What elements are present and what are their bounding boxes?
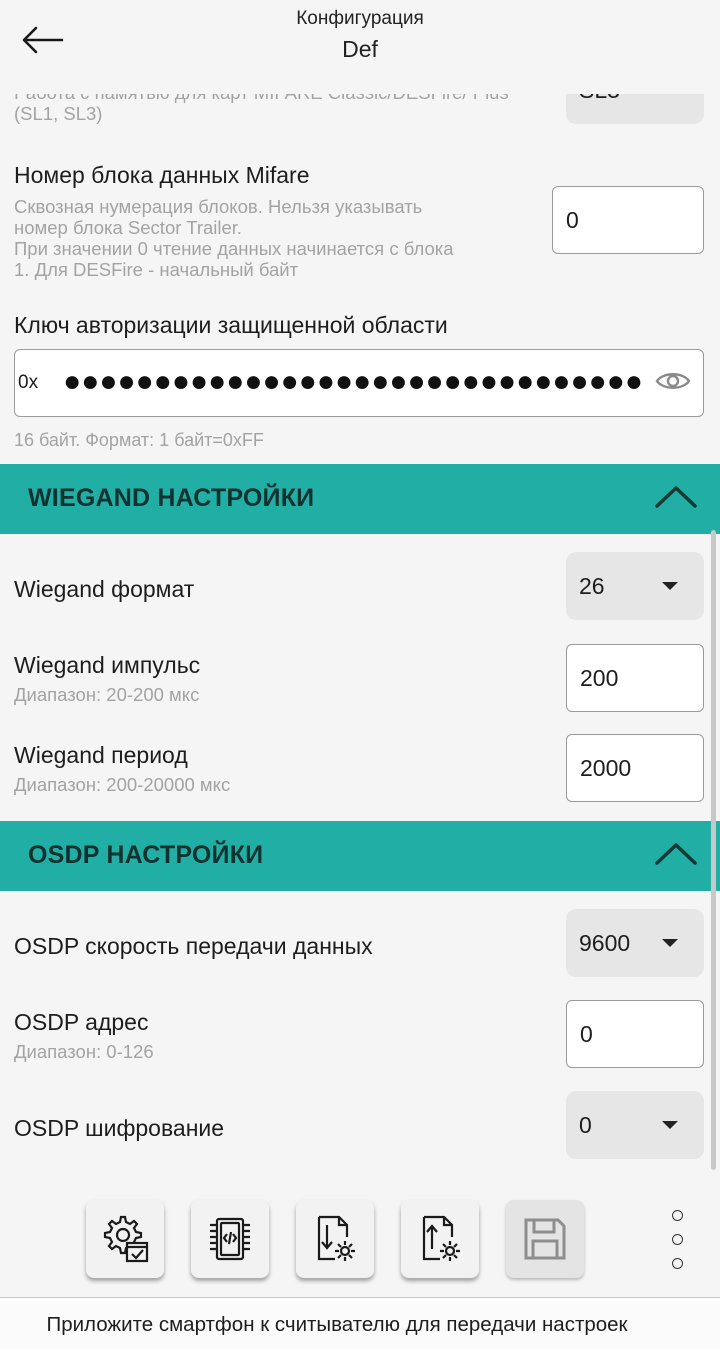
mifare-block-value: 0 — [566, 206, 579, 233]
desc-line: номер блока Sector Trailer. — [14, 217, 243, 238]
dropdown-arrow-icon — [662, 1121, 678, 1129]
osdp-address-input[interactable]: 0 — [566, 1000, 704, 1068]
osdp-section-header[interactable]: OSDP НАСТРОЙКИ — [0, 821, 720, 891]
mifare-mode-description: Работа с памятью для карт MIFARE Classic… — [14, 94, 509, 124]
wiegand-period-label: Wiegand период — [14, 742, 188, 768]
bottom-toolbar — [0, 1170, 720, 1297]
more-dot-icon — [672, 1258, 683, 1269]
download-settings-icon — [317, 1215, 355, 1261]
footer-text: Приложите смартфон к считывателю для пер… — [46, 1313, 628, 1336]
chevron-up-icon — [655, 843, 697, 865]
auth-key-label: Ключ авторизации защищенной области — [14, 312, 448, 338]
settings-check-icon — [103, 1215, 149, 1263]
upload-settings-icon — [422, 1215, 460, 1261]
wiegand-section-title: WIEGAND НАСТРОЙКИ — [28, 484, 315, 512]
show-password-button[interactable] — [655, 368, 691, 399]
more-dot-icon — [672, 1234, 683, 1245]
wiegand-pulse-description: Диапазон: 20-200 мкс — [14, 684, 200, 705]
osdp-baud-select[interactable]: 9600 — [566, 909, 704, 977]
mifare-block-label: Номер блока данных Mifare — [14, 162, 310, 188]
mifare-block-row: Номер блока данных Mifare Сквозная нумер… — [0, 158, 720, 288]
check-settings-button[interactable] — [86, 1200, 164, 1278]
dropdown-arrow-icon — [662, 939, 678, 947]
wiegand-section-header[interactable]: WIEGAND НАСТРОЙКИ — [0, 464, 720, 534]
scrollbar[interactable] — [711, 530, 716, 1170]
firmware-button[interactable] — [191, 1200, 269, 1278]
save-button[interactable] — [506, 1200, 584, 1278]
wiegand-pulse-input[interactable]: 200 — [566, 644, 704, 712]
osdp-baud-value: 9600 — [579, 929, 631, 956]
page-title: Конфигурация — [296, 8, 424, 29]
desc-line: 1. Для DESFire - начальный байт — [14, 259, 299, 280]
osdp-address-description: Диапазон: 0-126 — [14, 1041, 154, 1062]
dropdown-arrow-icon — [662, 582, 678, 590]
wiegand-pulse-label: Wiegand импульс — [14, 652, 201, 678]
osdp-encryption-label: OSDP шифрование — [14, 1115, 225, 1141]
settings-list[interactable]: Работа с памятью для карт MIFARE Classic… — [0, 94, 720, 1170]
more-dot-icon — [672, 1210, 683, 1221]
more-options-button[interactable] — [664, 1208, 690, 1272]
auth-key-hint: 16 байт. Формат: 1 байт=0xFF — [14, 430, 264, 450]
osdp-section-title: OSDP НАСТРОЙКИ — [28, 841, 264, 869]
mifare-mode-row: Работа с памятью для карт MIFARE Classic… — [0, 94, 720, 154]
desc-line: Сквозная нумерация блоков. Нельзя указыв… — [14, 196, 423, 217]
osdp-address-value: 0 — [580, 1020, 593, 1047]
app-header: Конфигурация Def — [0, 0, 720, 94]
osdp-baud-label: OSDP скорость передачи данных — [14, 933, 373, 959]
auth-key-input[interactable]: 0x ●●●●●●●●●●●●●●●●●●●●●●●●●●●●●●●● — [14, 349, 704, 417]
desc-line: При значении 0 чтение данных начинается … — [14, 238, 454, 259]
wiegand-format-value: 26 — [579, 572, 605, 599]
auth-key-prefix: 0x — [18, 372, 39, 393]
osdp-encryption-value: 0 — [579, 1111, 592, 1138]
config-name: Def — [342, 36, 378, 62]
wiegand-period-value: 2000 — [580, 754, 632, 781]
mifare-block-input[interactable]: 0 — [552, 186, 704, 254]
osdp-address-label: OSDP адрес — [14, 1009, 149, 1035]
eye-icon — [655, 373, 691, 389]
wiegand-pulse-value: 200 — [580, 664, 619, 691]
save-icon — [524, 1218, 566, 1260]
auth-key-masked-value: ●●●●●●●●●●●●●●●●●●●●●●●●●●●●●●●● — [63, 365, 643, 398]
mifare-mode-value: SL3 — [579, 94, 620, 104]
mifare-mode-select[interactable]: SL3 — [566, 94, 704, 124]
wiegand-format-select[interactable]: 26 — [566, 552, 704, 620]
wiegand-period-input[interactable]: 2000 — [566, 734, 704, 802]
wiegand-format-label: Wiegand формат — [14, 576, 195, 602]
mifare-block-description: Сквозная нумерация блоков. Нельзя указыв… — [14, 196, 544, 280]
read-settings-button[interactable] — [296, 1200, 374, 1278]
osdp-encryption-select[interactable]: 0 — [566, 1091, 704, 1159]
write-settings-button[interactable] — [401, 1200, 479, 1278]
wiegand-period-description: Диапазон: 200-20000 мкс — [14, 774, 231, 795]
status-bar-message: Приложите смартфон к считывателю для пер… — [0, 1297, 720, 1349]
chip-code-icon — [210, 1217, 250, 1261]
chevron-up-icon — [655, 486, 697, 508]
